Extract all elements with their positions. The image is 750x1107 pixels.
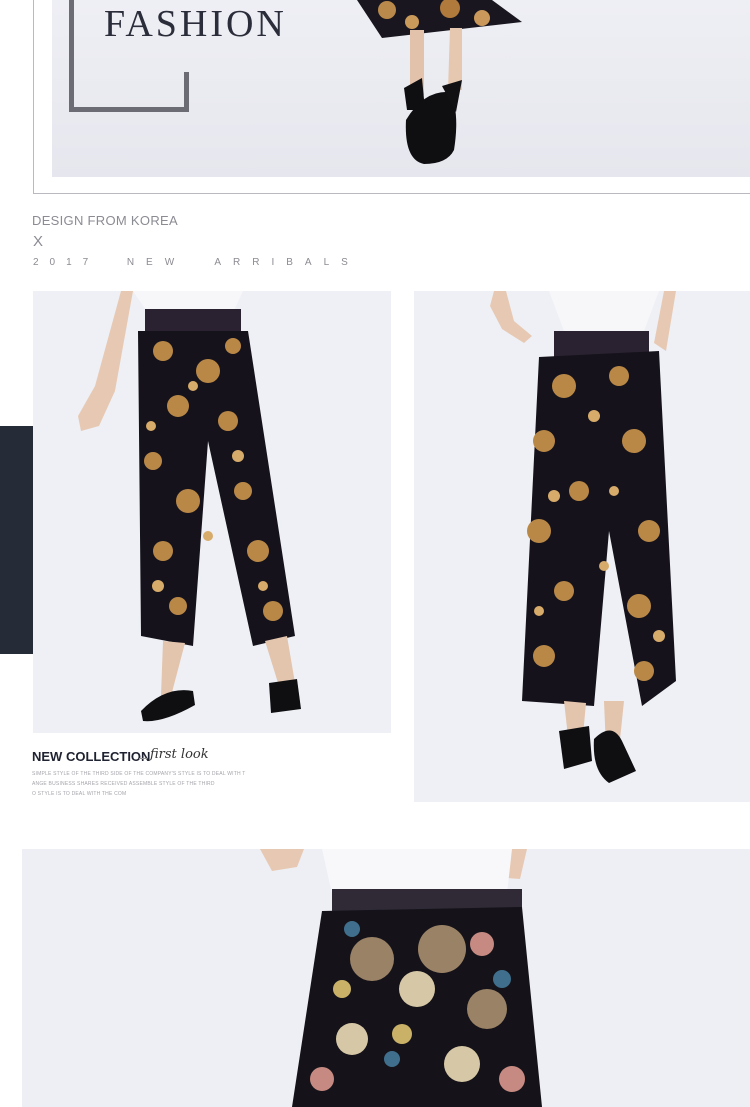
caption-fine-print: O STYLE IS TO DEAL WITH THE COM	[32, 791, 127, 797]
product-photo-front	[33, 291, 391, 733]
caption-fine-print: ANGE BUSINESS SHARES RECEIVED ASSEMBLE S…	[32, 781, 215, 787]
side-accent-bar	[0, 426, 33, 654]
tagline-arrivals: NEW ARRIBALS	[126, 257, 360, 268]
hero-bracket-tab	[184, 72, 189, 112]
new-collection-heading: NEW COLLECTION	[32, 749, 151, 764]
tagline-year: 2017	[33, 257, 100, 268]
design-origin-tagline: DESIGN FROM KOREA	[32, 213, 178, 228]
caption-fine-print: SIMPLE STYLE OF THE THIRD SIDE OF THE CO…	[32, 771, 246, 777]
hero-title: FASHION	[104, 3, 287, 45]
new-arrivals-tagline: 2017 NEW ARRIBALS	[33, 257, 360, 268]
tagline-x-mark: X	[33, 233, 44, 250]
product-photo-closeup	[22, 849, 750, 1107]
product-photo-back	[414, 291, 750, 802]
first-look-script: first look	[150, 747, 209, 762]
caption-divider	[139, 758, 147, 759]
